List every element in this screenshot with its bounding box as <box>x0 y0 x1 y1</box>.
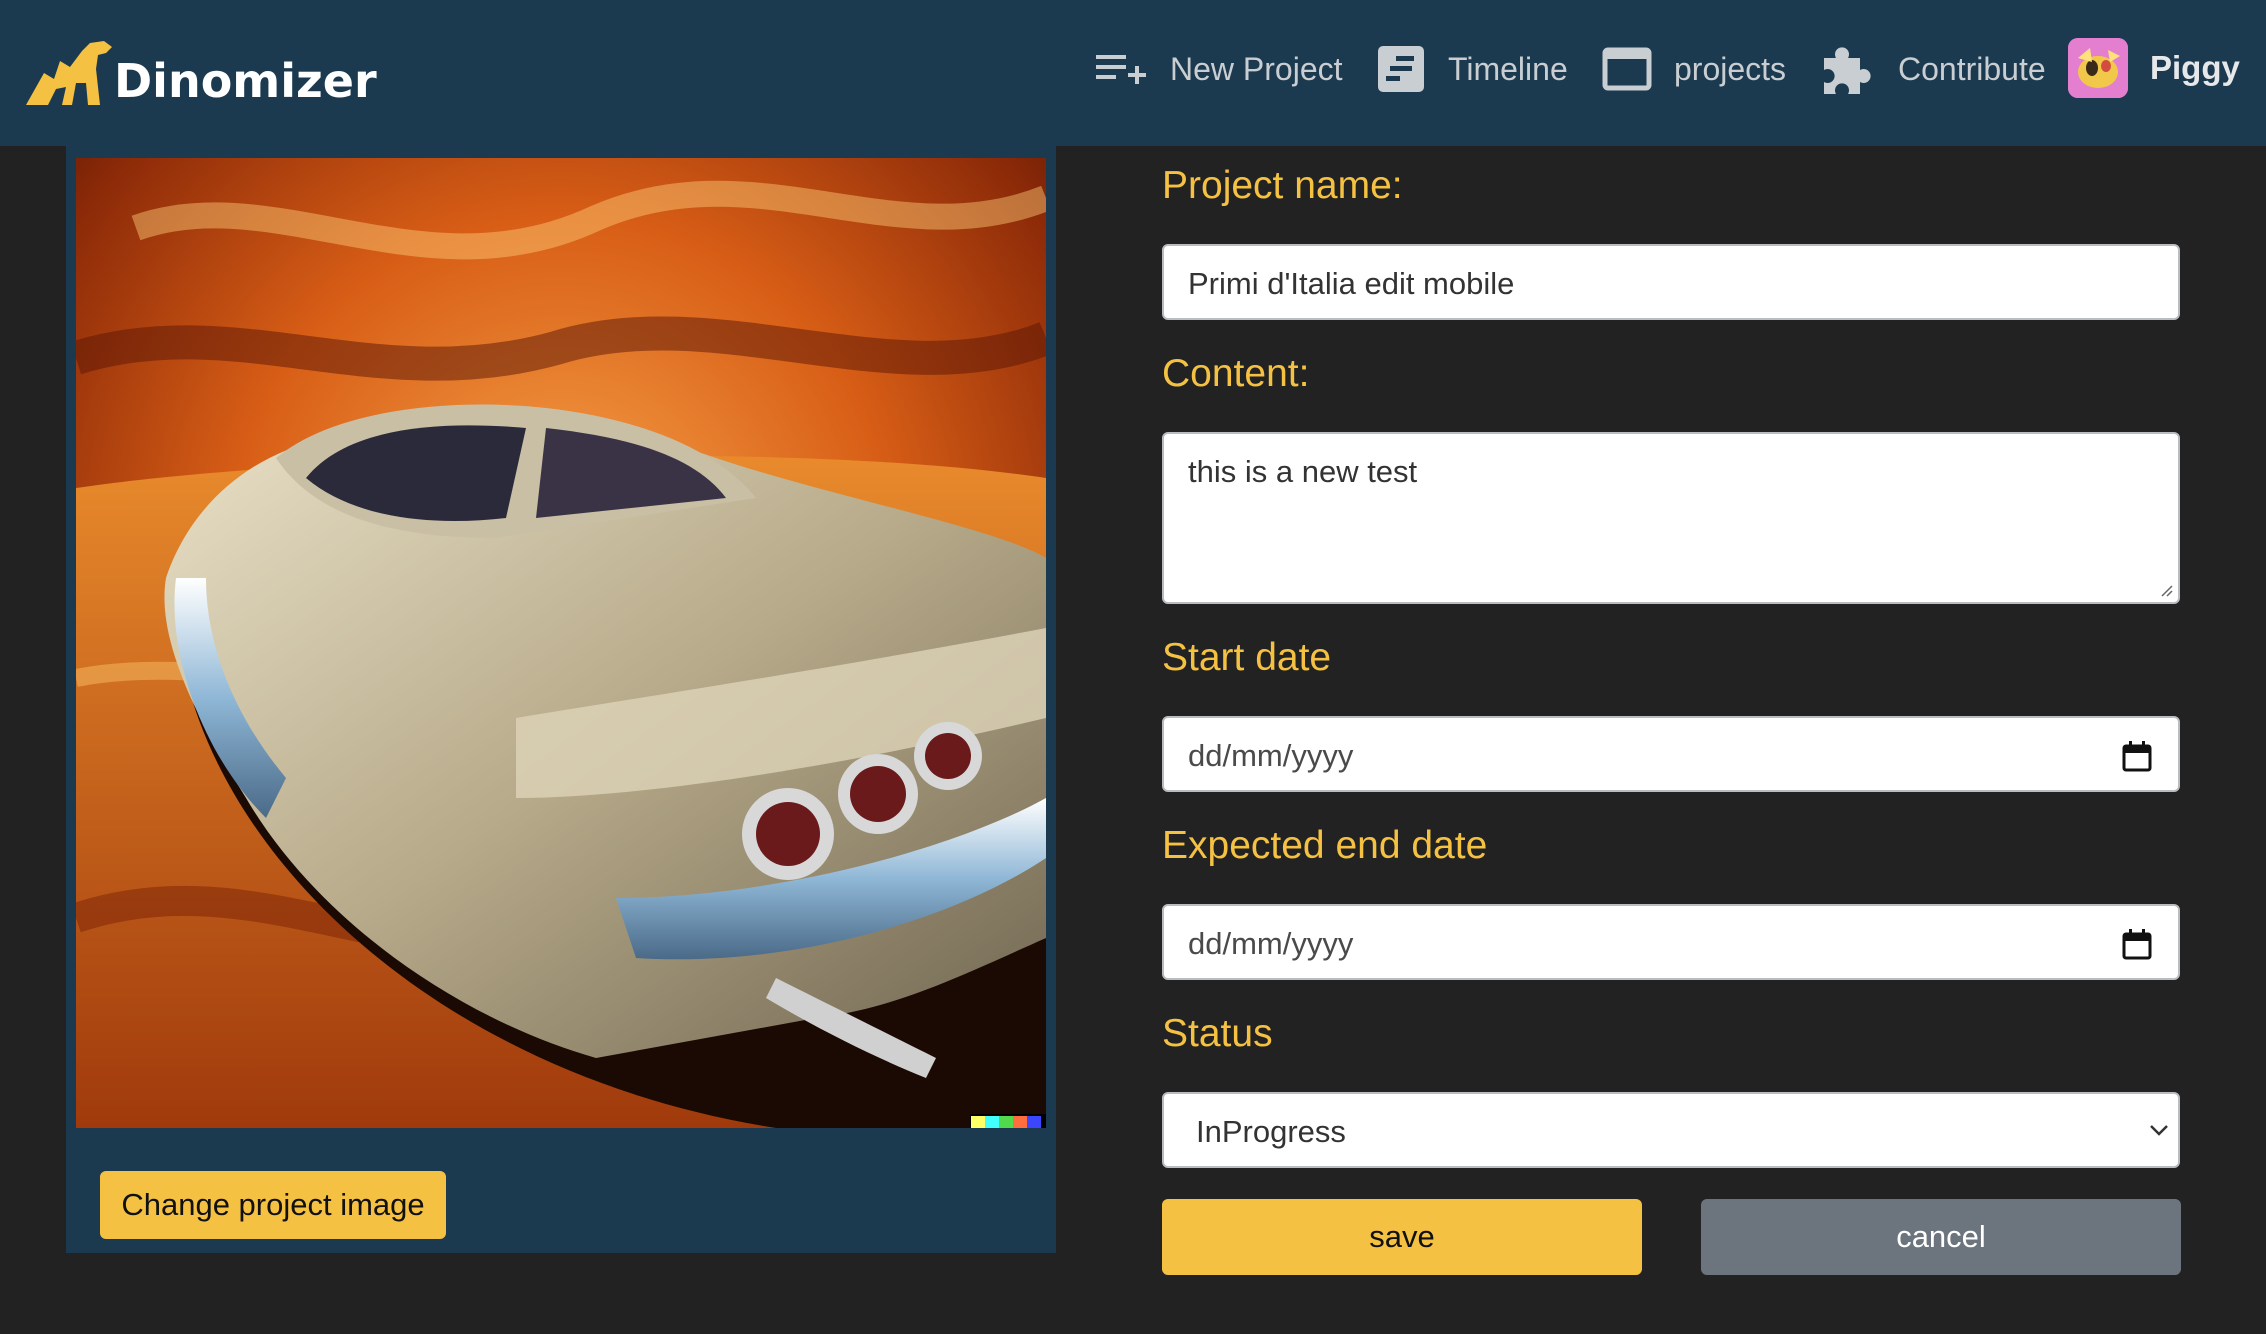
brand-name: Dinomizer <box>114 54 377 108</box>
change-image-button[interactable]: Change project image <box>100 1171 446 1239</box>
status-label: Status <box>1162 1012 1273 1055</box>
user-menu[interactable]: Piggy <box>2068 36 2240 100</box>
start-date-input[interactable]: dd/mm/yyyy <box>1162 716 2180 792</box>
content-value: this is a new test <box>1188 454 1418 489</box>
cancel-button[interactable]: cancel <box>1701 1199 2181 1275</box>
nav-projects-label: projects <box>1674 50 1787 87</box>
nav-timeline-label: Timeline <box>1448 50 1568 87</box>
project-name-input[interactable]: Primi d'Italia edit mobile <box>1162 244 2180 320</box>
resize-grip-icon[interactable] <box>2158 582 2174 598</box>
brand-link[interactable]: Dinomizer <box>26 34 377 114</box>
project-image-panel: Change project image <box>66 146 1056 1253</box>
status-value: InProgress <box>1196 1114 1346 1149</box>
project-name-label: Project name: <box>1162 164 1403 207</box>
nav-contribute-label: Contribute <box>1898 50 2046 87</box>
chevron-down-icon <box>2150 1125 2168 1136</box>
nav-new-project[interactable]: New Project <box>1094 40 1343 98</box>
piggy-avatar <box>2068 38 2128 98</box>
playlist-add-icon <box>1096 55 1146 84</box>
navbar: Dinomizer New Project Timeline projects <box>0 0 2266 146</box>
timeline-icon <box>1378 46 1424 92</box>
end-date-label: Expected end date <box>1162 824 1488 867</box>
dinosaur-logo-icon <box>26 41 112 105</box>
status-select[interactable]: InProgress <box>1162 1092 2180 1168</box>
nav-timeline[interactable]: Timeline <box>1376 40 1568 98</box>
calendar-icon[interactable] <box>2122 928 2152 960</box>
content-textarea[interactable]: this is a new test <box>1162 432 2180 604</box>
project-image <box>76 158 1046 1128</box>
save-button[interactable]: save <box>1162 1199 1642 1275</box>
nav-new-project-label: New Project <box>1170 50 1343 87</box>
end-date-input[interactable]: dd/mm/yyyy <box>1162 904 2180 980</box>
nav-projects[interactable]: projects <box>1602 40 1786 98</box>
start-date-label: Start date <box>1162 636 1332 679</box>
user-name: Piggy <box>2150 49 2240 86</box>
nav-contribute[interactable]: Contribute <box>1818 40 2046 98</box>
start-date-placeholder: dd/mm/yyyy <box>1188 738 1354 773</box>
end-date-placeholder: dd/mm/yyyy <box>1188 926 1354 961</box>
project-name-value: Primi d'Italia edit mobile <box>1188 266 1515 301</box>
content-label: Content: <box>1162 352 1310 395</box>
window-icon <box>1602 47 1652 91</box>
puzzle-icon <box>1824 47 1871 94</box>
calendar-icon[interactable] <box>2122 740 2152 772</box>
